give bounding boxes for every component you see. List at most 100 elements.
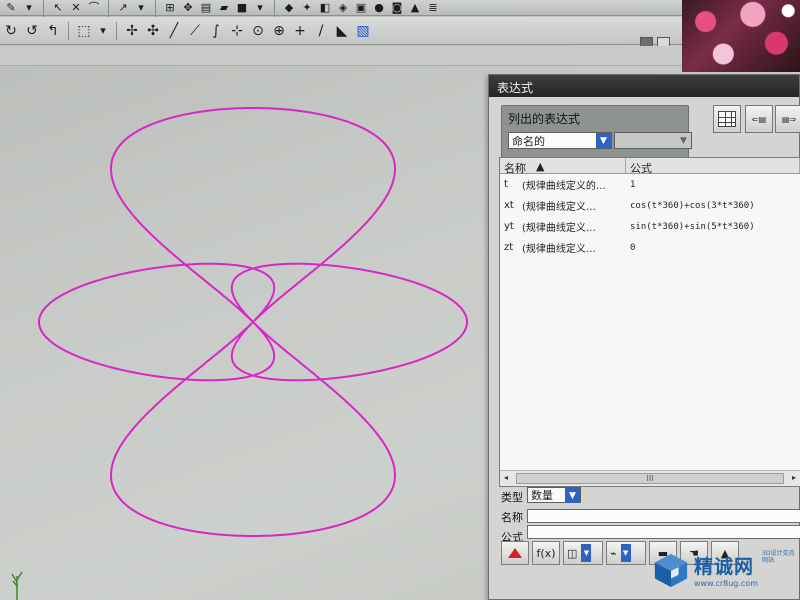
toolbar-separator: [274, 0, 275, 17]
site-watermark: 精诚网 www.cr8ug.com 3D设计交流网站: [652, 544, 800, 596]
spreadsheet-button[interactable]: [713, 105, 741, 133]
chevron-down-icon[interactable]: ▼: [581, 544, 592, 562]
toolbar-row-2: ↻ ↺ ↰ ⬚ ▾ ✢ ✣ ╱ ⟋ ∫ ⊹ ⊙ ⊕ + / ◣ ▧: [0, 17, 682, 45]
function-icon: f(x): [536, 546, 556, 560]
toolbar-row-1: ✎ ▾ ↖ ✕ ⌒ ↗ ▾ ⊞ ✥ ▤ ▰ ■ ▾ ◆ ✦ ◧ ◈ ▣ ● ◙ …: [0, 0, 682, 17]
toolbar-separator: [43, 0, 44, 17]
row-formula: sin(t*360)+sin(5*t*360): [630, 221, 755, 232]
layer-icon[interactable]: ▤: [199, 1, 213, 15]
grid-icon[interactable]: ⊞: [163, 1, 177, 15]
name-label: 名称: [501, 511, 523, 524]
blocks-icon[interactable]: ■: [235, 1, 249, 15]
table-row[interactable]: t (规律曲线定义的… 1: [500, 174, 800, 195]
dropdown-icon[interactable]: ▾: [253, 1, 267, 15]
snap-icon[interactable]: ↰: [44, 22, 62, 40]
cube-icon[interactable]: ▧: [354, 22, 372, 40]
spreadsheet-icon: [718, 111, 736, 127]
scroll-left-icon[interactable]: ◂: [504, 473, 508, 482]
desktop-wallpaper: [682, 0, 800, 72]
scroll-right-icon[interactable]: ▸: [792, 473, 796, 482]
export-button[interactable]: ▤⇒: [775, 105, 800, 133]
link-button[interactable]: ⌁ ▼: [606, 541, 646, 565]
stack-icon[interactable]: ≣: [426, 1, 440, 15]
row-id: zt: [504, 242, 514, 253]
black-shape-icon[interactable]: ◣: [333, 22, 351, 40]
toolbar-separator: [116, 21, 117, 40]
rect-select-icon[interactable]: ⬚: [75, 22, 93, 40]
row-description: (规律曲线定义的…: [522, 181, 606, 192]
sort-up-icon: ▲: [536, 160, 545, 173]
watermark-url: www.cr8ug.com: [694, 579, 758, 588]
cone-icon[interactable]: ▲: [408, 1, 422, 15]
star-icon[interactable]: ✦: [300, 1, 314, 15]
point-icon[interactable]: ✢: [123, 22, 141, 40]
plus-icon[interactable]: +: [291, 22, 309, 40]
measure-icon: ◫: [567, 546, 578, 560]
import-icon: ⇐▤: [751, 114, 767, 124]
pan-icon[interactable]: ↺: [23, 22, 41, 40]
filter-select[interactable]: 命名的 ▼: [508, 132, 612, 149]
circle-icon[interactable]: ⊕: [270, 22, 288, 40]
sphere-icon[interactable]: ●: [372, 1, 386, 15]
row-formula: cos(t*360)+cos(3*t*360): [630, 200, 755, 211]
toolbar-separator: [108, 0, 109, 17]
row-description: (规律曲线定义…: [522, 223, 596, 234]
slash-icon[interactable]: ⟋: [186, 22, 204, 40]
rotate-icon[interactable]: ↻: [2, 22, 20, 40]
circle-center-icon[interactable]: ⊙: [249, 22, 267, 40]
chevron-down-icon[interactable]: ▼: [620, 544, 631, 562]
cross-arrow-icon[interactable]: ✕: [69, 1, 83, 15]
import-button[interactable]: ⇐▤: [745, 105, 773, 133]
cylinder-icon[interactable]: ◙: [390, 1, 404, 15]
table-header: 名称 ▲ 公式: [500, 158, 800, 175]
formula-field[interactable]: [527, 525, 800, 539]
filter-select-value: 命名的: [512, 134, 545, 148]
paint-icon[interactable]: ▰: [217, 1, 231, 15]
scrollbar-thumb[interactable]: III: [516, 473, 784, 484]
chevron-down-icon[interactable]: ▼: [676, 133, 691, 148]
brush-icon[interactable]: ⌒: [87, 1, 101, 15]
drawing-tool-icon[interactable]: ✎: [4, 1, 18, 15]
shape-icon[interactable]: ◧: [318, 1, 332, 15]
point-on-icon[interactable]: ⊹: [228, 22, 246, 40]
law-curve[interactable]: [38, 107, 468, 537]
row-id: t: [504, 179, 508, 190]
measure-button[interactable]: ◫ ▼: [563, 541, 603, 565]
diamond-icon[interactable]: ◆: [282, 1, 296, 15]
column-formula-header[interactable]: 公式: [626, 158, 800, 175]
cursor-icon[interactable]: ↗: [116, 1, 130, 15]
cube-logo-icon: [654, 553, 688, 588]
select-arrow-icon[interactable]: ↖: [51, 1, 65, 15]
toolbar-separator: [155, 0, 156, 17]
dropdown-icon[interactable]: ▾: [134, 1, 148, 15]
line-icon[interactable]: ╱: [165, 22, 183, 40]
dialog-title: 表达式: [489, 75, 799, 97]
slash-icon[interactable]: /: [312, 22, 330, 40]
move-icon[interactable]: ✣: [144, 22, 162, 40]
cube-outline-icon[interactable]: ▣: [354, 1, 368, 15]
accept-edit-button[interactable]: [501, 541, 529, 565]
table-row[interactable]: zt (规律曲线定义… 0: [500, 237, 800, 258]
move-icon[interactable]: ✥: [181, 1, 195, 15]
watermark-tagline: 3D设计交流网站: [762, 550, 795, 564]
table-row[interactable]: xt (规律曲线定义… cos(t*360)+cos(3*t*360): [500, 195, 800, 216]
row-formula: 0: [630, 242, 636, 253]
horizontal-scrollbar[interactable]: ◂ III ▸: [500, 470, 800, 486]
name-field[interactable]: [527, 509, 800, 523]
chevron-down-icon[interactable]: ▼: [565, 488, 580, 503]
table-row[interactable]: yt (规律曲线定义… sin(t*360)+sin(5*t*360): [500, 216, 800, 237]
column-name-header[interactable]: 名称 ▲: [500, 158, 626, 175]
secondary-filter-select[interactable]: ▼: [614, 132, 692, 149]
function-button[interactable]: f(x): [532, 541, 560, 565]
row-id: xt: [504, 200, 514, 211]
curve-icon[interactable]: ∫: [207, 22, 225, 40]
dropdown-icon[interactable]: ▾: [96, 24, 110, 38]
chevron-down-icon[interactable]: ▼: [596, 133, 611, 148]
red-triangle-icon: [508, 548, 522, 558]
type-label: 类型: [501, 491, 523, 504]
gem-icon[interactable]: ◈: [336, 1, 350, 15]
type-select[interactable]: 数量 ▼: [527, 487, 581, 503]
row-description: (规律曲线定义…: [522, 244, 596, 255]
toolbar-gap: [0, 46, 682, 66]
dropdown-icon[interactable]: ▾: [22, 1, 36, 15]
